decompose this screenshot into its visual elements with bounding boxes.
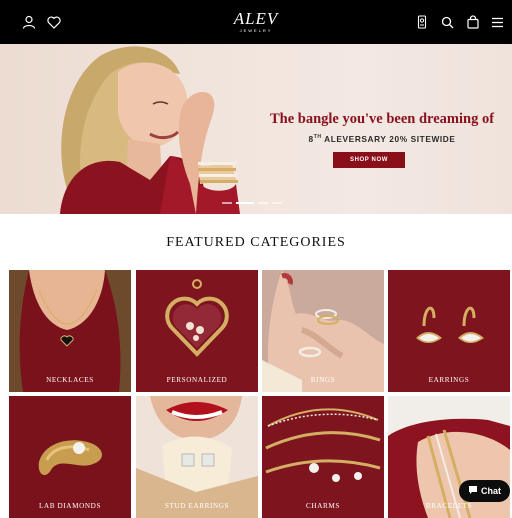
featured-categories-title: FEATURED CATEGORIES xyxy=(166,235,346,250)
charms-necklaces-image xyxy=(265,408,381,482)
category-card-rings[interactable]: RINGS xyxy=(262,270,384,392)
category-card-lab-diamonds[interactable]: LAB DIAMONDS xyxy=(9,396,131,518)
hero-headline: The bangle you've been dreaming of xyxy=(269,111,495,127)
category-label: RINGS xyxy=(310,376,336,384)
site-header: ALEV JEWELRY xyxy=(0,0,512,44)
chat-bubble-icon xyxy=(468,485,478,497)
rings-hand-image xyxy=(262,270,384,392)
category-label: LAB DIAMONDS xyxy=(38,502,102,510)
stud-earrings-image xyxy=(136,396,258,518)
category-card-personalized[interactable]: PERSONALIZED xyxy=(136,270,258,392)
hamburger-menu-icon[interactable] xyxy=(486,11,508,33)
earrings-image xyxy=(416,306,484,343)
hero-model-image xyxy=(60,46,240,214)
hero-subline-text: ALEVERSARY 20% SITEWIDE xyxy=(321,134,456,144)
cart-bag-icon[interactable] xyxy=(462,11,484,33)
category-label: NECKLACES xyxy=(46,376,94,384)
category-label: PERSONALIZED xyxy=(166,376,228,384)
category-label: CHARMS xyxy=(306,502,340,510)
lab-diamond-ring-image xyxy=(38,440,102,476)
carousel-dot[interactable] xyxy=(272,202,282,204)
category-label: BRACELETS xyxy=(425,502,473,510)
category-label: STUD EARRINGS xyxy=(164,502,230,510)
brand-logo[interactable]: ALEV JEWELRY xyxy=(206,9,306,34)
carousel-dot[interactable] xyxy=(222,202,232,204)
category-card-necklaces[interactable]: NECKLACES xyxy=(9,270,131,392)
hero-banner[interactable]: The bangle you've been dreaming of 8TH A… xyxy=(0,44,512,214)
hero-subline: 8TH ALEVERSARY 20% SITEWIDE xyxy=(262,134,502,144)
logo-tagline: JEWELRY xyxy=(239,28,273,33)
carousel-dot[interactable] xyxy=(258,202,268,204)
logo-wordmark: ALEV xyxy=(233,9,279,28)
category-label: EARRINGS xyxy=(428,376,470,384)
wishlist-heart-icon[interactable] xyxy=(43,11,65,33)
carousel-dots xyxy=(222,202,282,205)
hero-subline-ordinal: TH xyxy=(313,134,322,141)
heart-locket-image xyxy=(165,279,229,357)
shop-now-button[interactable]: SHOP NOW xyxy=(333,152,405,168)
necklace-image xyxy=(9,270,131,392)
account-icon[interactable] xyxy=(18,11,40,33)
chat-button[interactable]: Chat xyxy=(459,480,510,502)
category-card-charms[interactable]: CHARMS xyxy=(262,396,384,518)
category-card-stud-earrings[interactable]: STUD EARRINGS xyxy=(136,396,258,518)
category-card-earrings[interactable]: EARRINGS xyxy=(388,270,510,392)
search-icon[interactable] xyxy=(436,11,458,33)
chat-label: Chat xyxy=(481,486,501,496)
carousel-dot-active[interactable] xyxy=(236,202,254,204)
store-location-icon[interactable] xyxy=(411,11,433,33)
